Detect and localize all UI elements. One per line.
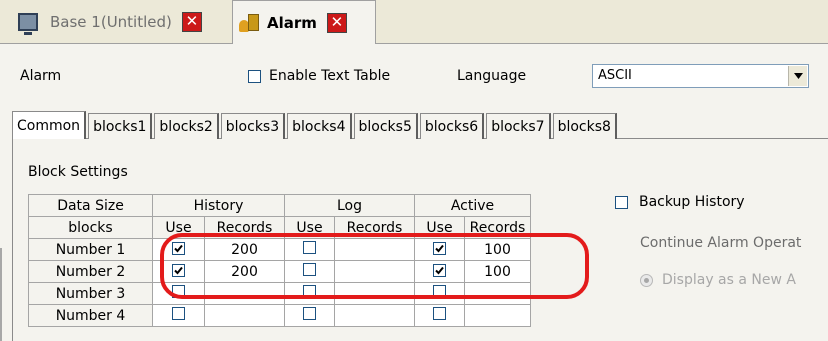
row-header: Number 3 xyxy=(28,282,153,305)
block-settings-title: Block Settings xyxy=(28,164,128,180)
tab-label: blocks2 xyxy=(159,118,213,135)
backup-history-field[interactable]: Backup History xyxy=(615,194,745,210)
highlight-annotation xyxy=(160,233,589,299)
display-new-option[interactable]: Display as a New A xyxy=(640,272,796,288)
alarm-icon xyxy=(239,13,259,32)
tab-blocks4[interactable]: blocks4 xyxy=(287,113,352,139)
enable-text-table-field[interactable]: Enable Text Table xyxy=(248,68,390,84)
column-header: blocks xyxy=(28,216,153,239)
close-icon[interactable]: ✕ xyxy=(181,11,202,32)
display-new-radio[interactable] xyxy=(640,273,653,287)
history-use-cell[interactable] xyxy=(152,304,205,327)
screen-icon xyxy=(18,12,38,35)
tab-blocks1[interactable]: blocks1 xyxy=(88,113,153,139)
log-records-cell[interactable] xyxy=(334,304,415,327)
tab-label: blocks3 xyxy=(225,118,280,135)
column-group-header: History xyxy=(152,194,285,217)
chevron-down-icon[interactable] xyxy=(788,66,807,86)
active-use-cell[interactable] xyxy=(414,304,465,327)
tab-label: blocks6 xyxy=(424,118,479,135)
tab-blocks6[interactable]: blocks6 xyxy=(419,113,485,139)
tab-label: blocks4 xyxy=(292,118,346,135)
active-use-checkbox[interactable] xyxy=(433,307,446,320)
tab-label: blocks1 xyxy=(93,118,147,135)
log-use-cell[interactable] xyxy=(284,304,335,327)
row-header: Number 1 xyxy=(28,238,153,261)
column-group-header: Active xyxy=(414,194,531,217)
language-label: Language xyxy=(457,68,527,84)
table-group-header-row: Data Size History Log Active xyxy=(28,194,531,217)
doc-tab-base1-label: Base 1(Untitled) xyxy=(50,12,172,31)
row-header: Number 2 xyxy=(28,260,153,283)
left-edge-line xyxy=(0,248,2,341)
tab-label: Common xyxy=(17,117,81,134)
backup-history-checkbox[interactable] xyxy=(615,195,628,209)
doc-tab-alarm[interactable]: Alarm ✕ xyxy=(232,0,376,44)
history-use-checkbox[interactable] xyxy=(172,307,185,320)
language-select[interactable]: ASCII xyxy=(592,64,809,88)
column-group-header: Log xyxy=(284,194,415,217)
tab-blocks2[interactable]: blocks2 xyxy=(154,113,219,139)
document-tab-bar: Base 1(Untitled) ✕ Alarm ✕ xyxy=(0,0,828,44)
tab-blocks8[interactable]: blocks8 xyxy=(552,113,617,139)
log-use-checkbox[interactable] xyxy=(303,307,316,320)
enable-text-table-label: Enable Text Table xyxy=(269,68,391,84)
tab-label: blocks8 xyxy=(557,118,611,135)
table-row: Number 4 xyxy=(28,304,531,327)
tab-blocks7[interactable]: blocks7 xyxy=(486,113,551,139)
column-group-header: Data Size xyxy=(28,194,153,217)
history-records-cell[interactable] xyxy=(204,304,285,327)
doc-tab-alarm-label: Alarm xyxy=(267,13,317,32)
display-new-label: Display as a New A xyxy=(662,272,796,288)
continue-alarm-label: Continue Alarm Operat xyxy=(640,235,802,251)
active-records-cell[interactable] xyxy=(464,304,531,327)
close-icon[interactable]: ✕ xyxy=(326,12,347,33)
backup-history-label: Backup History xyxy=(639,194,745,210)
tab-common[interactable]: Common xyxy=(12,111,87,139)
enable-text-table-checkbox[interactable] xyxy=(248,69,261,83)
language-value: ASCII xyxy=(598,68,632,83)
doc-tab-base1[interactable]: Base 1(Untitled) ✕ xyxy=(0,0,232,44)
tab-label: blocks5 xyxy=(358,118,412,135)
tab-blocks3[interactable]: blocks3 xyxy=(220,113,286,139)
alarm-label: Alarm xyxy=(20,68,62,84)
tab-blocks5[interactable]: blocks5 xyxy=(353,113,418,139)
tab-label: blocks7 xyxy=(491,118,545,135)
row-header: Number 4 xyxy=(28,304,153,327)
tab-strip: Common blocks1 blocks2 blocks3 blocks4 b… xyxy=(12,111,619,139)
